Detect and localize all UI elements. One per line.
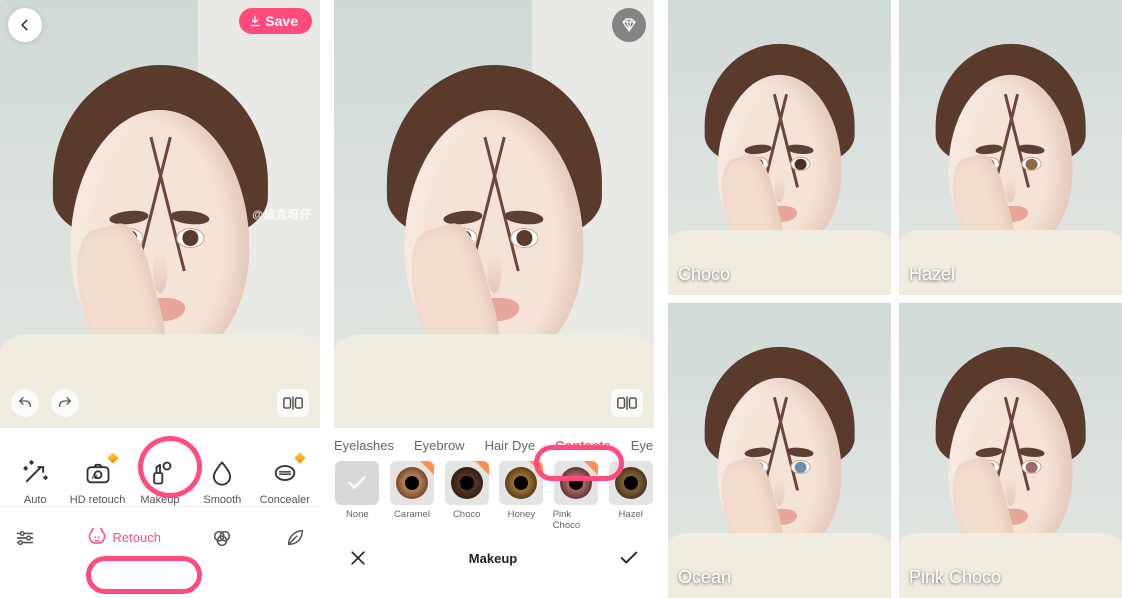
sample-label: Pink Choco <box>909 567 1001 588</box>
check-icon <box>618 547 640 569</box>
contact-swatch[interactable] <box>554 461 598 505</box>
footer-title: Makeup <box>469 551 517 566</box>
concealer-icon <box>271 459 299 487</box>
svg-text:AI: AI <box>91 475 97 481</box>
droplet-icon <box>208 459 236 487</box>
nav-leaf[interactable] <box>284 527 306 549</box>
nav-sliders[interactable] <box>14 527 36 549</box>
premium-button[interactable] <box>612 8 646 42</box>
sample-label: Hazel <box>909 264 955 285</box>
tab-eyebrow[interactable]: Eyebrow <box>414 438 465 453</box>
contact-honey[interactable]: Honey <box>498 461 545 531</box>
tool-makeup[interactable]: Makeup <box>130 456 190 506</box>
contact-none[interactable]: None <box>334 461 381 531</box>
nav-filters[interactable] <box>211 527 233 549</box>
compare-button[interactable] <box>276 388 310 418</box>
redo-button[interactable] <box>50 388 80 418</box>
contact-label: Pink Choco <box>553 509 600 531</box>
check-icon <box>346 472 368 494</box>
chevron-left-icon <box>18 18 32 32</box>
sample-label: Choco <box>678 264 730 285</box>
contact-swatch[interactable] <box>390 461 434 505</box>
contact-caramel[interactable]: Caramel <box>389 461 436 531</box>
diamond-icon <box>620 16 638 34</box>
makeup-tabs[interactable]: Eyelashes Eyebrow Hair Dye Contacts Eye … <box>334 428 654 461</box>
photo-preview-2 <box>334 0 654 428</box>
sample-choco: Choco <box>668 0 891 295</box>
close-icon <box>348 548 368 568</box>
sliders-icon <box>14 527 36 549</box>
contact-label: Honey <box>508 509 535 520</box>
magic-wand-icon <box>21 459 49 487</box>
contact-label: Hazel <box>619 509 643 520</box>
contacts-swatches[interactable]: None Caramel Choco Honey Pink Choco Hazel <box>334 461 654 531</box>
undo-icon <box>17 395 33 411</box>
contact-pink-choco[interactable]: Pink Choco <box>553 461 600 531</box>
tab-contacts[interactable]: Contacts <box>555 438 611 453</box>
contact-label: None <box>346 509 369 520</box>
contact-choco[interactable]: Choco <box>443 461 490 531</box>
save-button[interactable]: Save <box>239 8 312 34</box>
screen-retouch: Save @迪克呀仔 Auto AI HD retouch Makeup Smo… <box>0 0 320 598</box>
contact-label: Choco <box>453 509 480 520</box>
contact-hazel[interactable]: Hazel <box>607 461 654 531</box>
tool-auto[interactable]: Auto <box>5 456 65 506</box>
contact-label: Caramel <box>394 509 430 520</box>
contacts-samples: Choco Hazel Ocean Pink Choco <box>668 0 1122 598</box>
sample-label: Ocean <box>678 567 731 588</box>
watermark: @迪克呀仔 <box>252 206 312 222</box>
tool-hd-retouch[interactable]: AI HD retouch <box>68 456 128 506</box>
highlight-ring-retouch <box>86 556 202 594</box>
makeup-footer: Makeup <box>334 531 654 569</box>
compare-icon <box>617 395 637 411</box>
back-button[interactable] <box>8 8 42 42</box>
retouch-tools: Auto AI HD retouch Makeup Smooth Conceal… <box>0 428 320 506</box>
download-icon <box>249 15 261 27</box>
tool-concealer[interactable]: Concealer <box>255 456 315 506</box>
contact-swatch[interactable] <box>445 461 489 505</box>
tab-eye-smiles[interactable]: Eye Smiles <box>631 438 654 453</box>
contact-swatch[interactable] <box>609 461 653 505</box>
nav-retouch[interactable]: Retouch <box>87 528 161 548</box>
leaf-icon <box>284 527 306 549</box>
save-label: Save <box>265 13 298 29</box>
bottom-nav: Retouch <box>0 506 320 558</box>
venn-icon <box>211 527 233 549</box>
tab-hair-dye[interactable]: Hair Dye <box>485 438 536 453</box>
photo-preview: Save @迪克呀仔 <box>0 0 320 428</box>
contact-swatch[interactable] <box>499 461 543 505</box>
camera-ai-icon: AI <box>84 459 112 487</box>
cancel-button[interactable] <box>348 548 368 568</box>
screen-makeup-contacts: Eyelashes Eyebrow Hair Dye Contacts Eye … <box>334 0 654 598</box>
sample-ocean: Ocean <box>668 303 891 598</box>
redo-icon <box>57 395 73 411</box>
sample-pink-choco: Pink Choco <box>899 303 1122 598</box>
confirm-button[interactable] <box>618 547 640 569</box>
tool-smooth[interactable]: Smooth <box>192 456 252 506</box>
undo-button[interactable] <box>10 388 40 418</box>
lipstick-icon <box>146 459 174 487</box>
lens-icon <box>615 467 647 499</box>
sample-hazel: Hazel <box>899 0 1122 295</box>
contact-swatch[interactable] <box>335 461 379 505</box>
compare-button-2[interactable] <box>610 388 644 418</box>
compare-icon <box>283 395 303 411</box>
tab-eyelashes[interactable]: Eyelashes <box>334 438 394 453</box>
face-icon <box>87 528 107 548</box>
